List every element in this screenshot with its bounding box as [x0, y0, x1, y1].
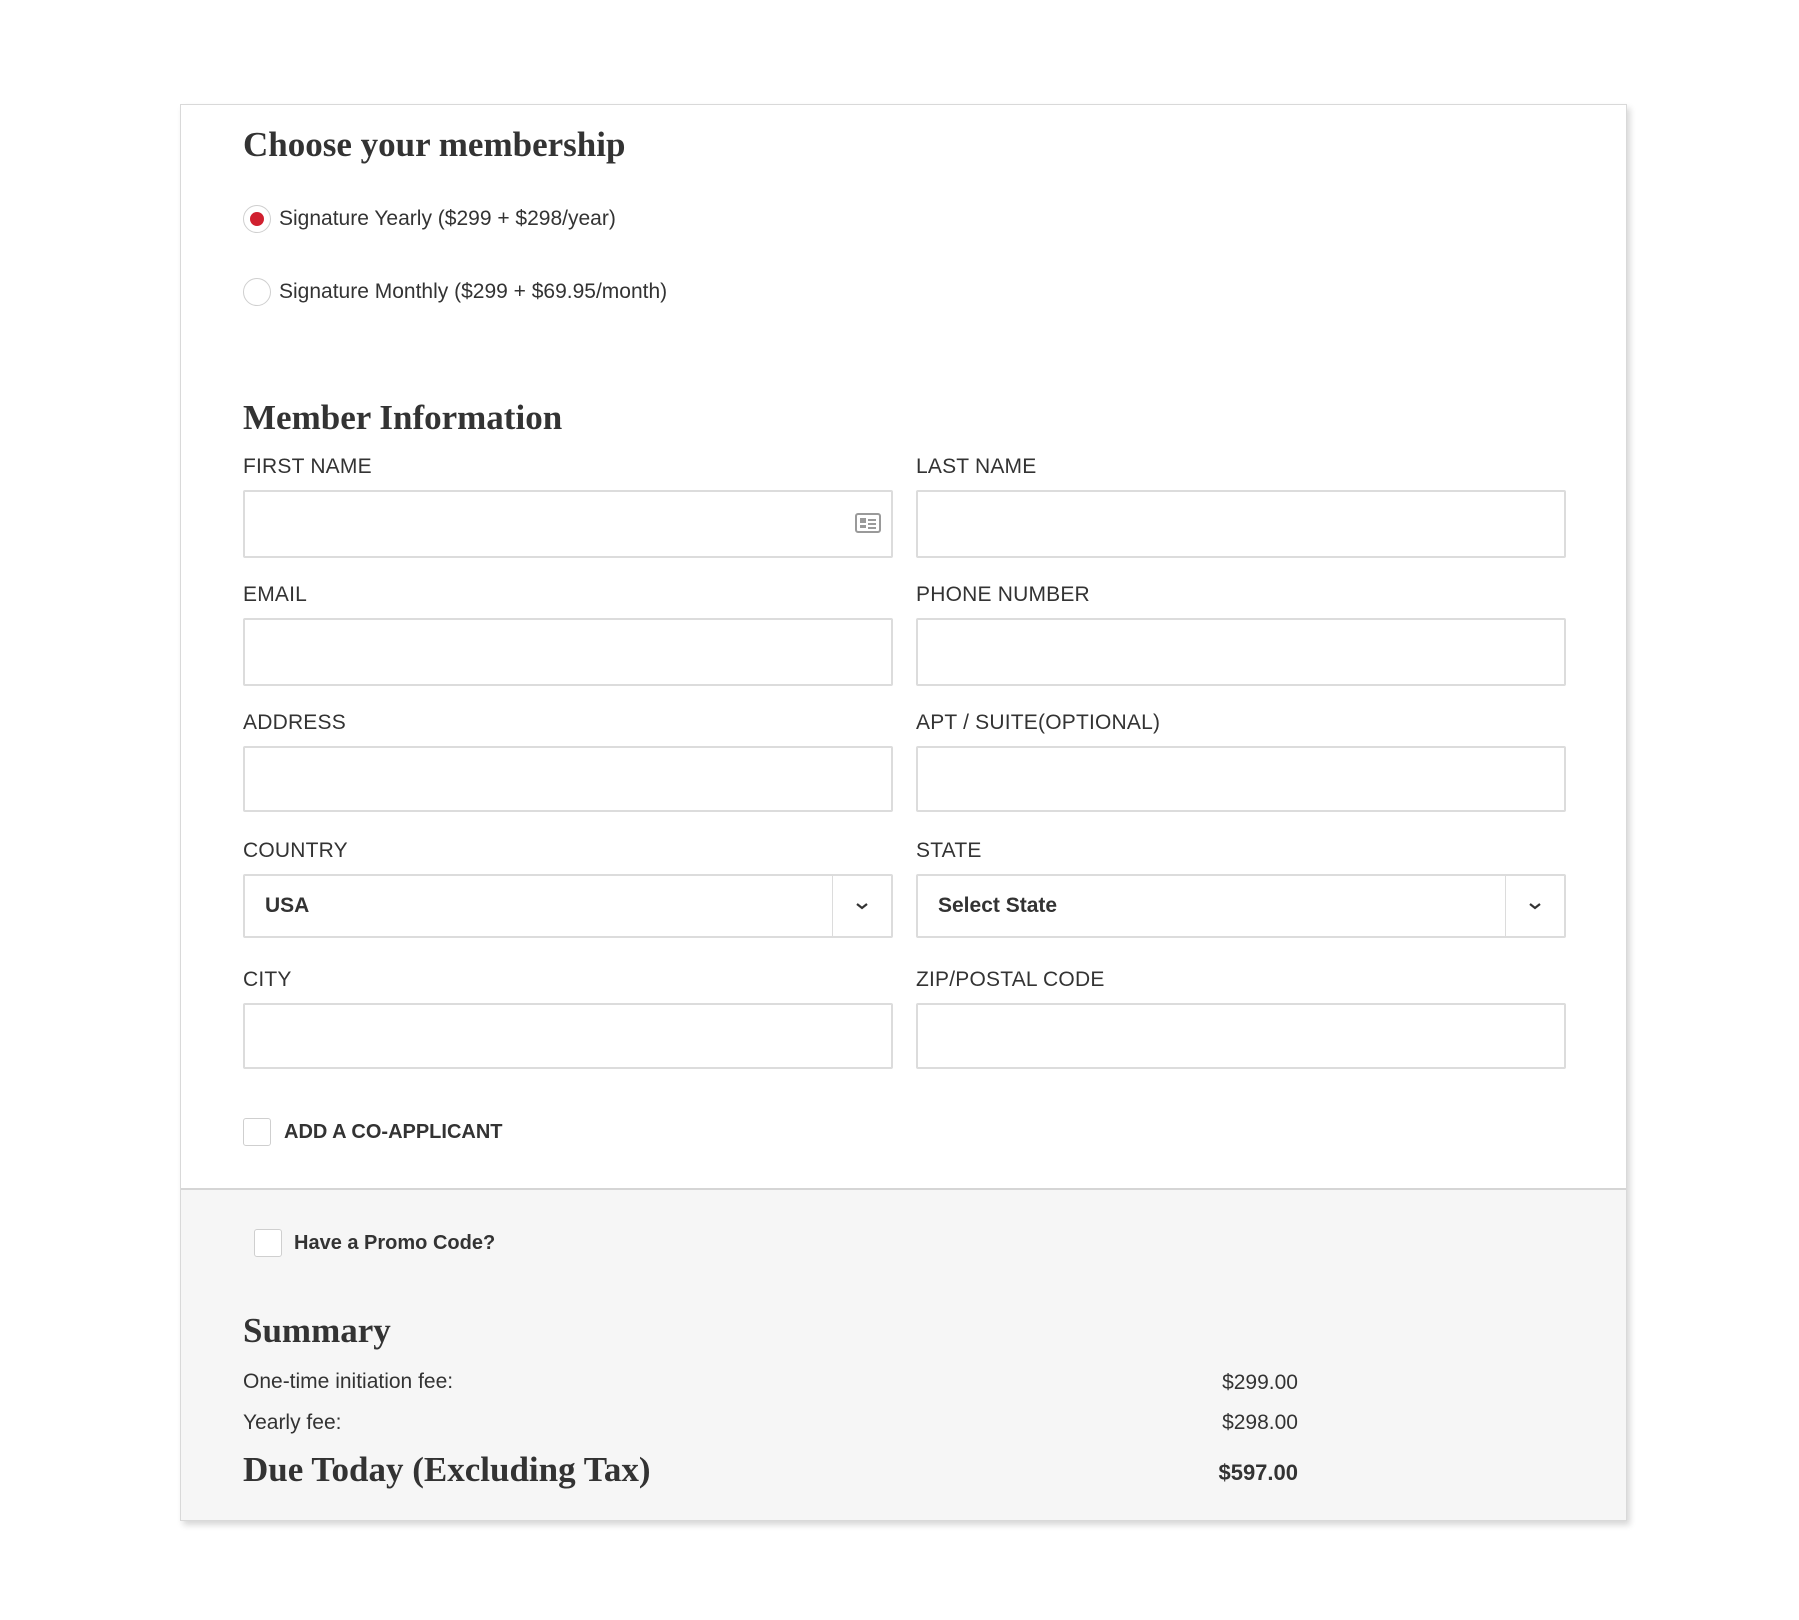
- co-applicant-checkbox[interactable]: [243, 1118, 271, 1146]
- radio-yearly[interactable]: [243, 205, 271, 233]
- summary-section: Have a Promo Code? Summary One-time init…: [181, 1188, 1626, 1520]
- due-today-amount: $597.00: [1218, 1460, 1298, 1485]
- first-name-label: FIRST NAME: [243, 455, 372, 478]
- initiation-fee-amount: $299.00: [1222, 1371, 1298, 1394]
- country-selected-value: USA: [265, 894, 310, 917]
- promo-code-checkbox[interactable]: [254, 1229, 282, 1257]
- contact-card-icon[interactable]: [855, 512, 881, 534]
- phone-input[interactable]: [916, 618, 1566, 686]
- state-label: STATE: [916, 839, 982, 862]
- first-name-wrapper: [243, 490, 893, 558]
- radio-monthly[interactable]: [243, 278, 271, 306]
- country-label: COUNTRY: [243, 839, 348, 862]
- promo-code-label: Have a Promo Code?: [294, 1231, 496, 1254]
- city-input[interactable]: [243, 1003, 893, 1069]
- zip-input[interactable]: [916, 1003, 1566, 1069]
- membership-option-label: Signature Yearly ($299 + $298/year): [279, 207, 616, 230]
- membership-option-yearly[interactable]: Signature Yearly ($299 + $298/year): [243, 205, 616, 233]
- promo-code-option[interactable]: Have a Promo Code?: [254, 1229, 495, 1257]
- apt-suite-input[interactable]: [916, 746, 1566, 812]
- radio-selected-dot: [250, 212, 264, 226]
- yearly-fee-label: Yearly fee:: [243, 1411, 342, 1434]
- first-name-input[interactable]: [243, 490, 893, 558]
- country-dropdown-toggle[interactable]: [832, 876, 891, 936]
- membership-heading: Choose your membership: [243, 125, 626, 164]
- phone-label: PHONE NUMBER: [916, 583, 1090, 606]
- member-info-heading: Member Information: [243, 398, 563, 437]
- last-name-input[interactable]: [916, 490, 1566, 558]
- membership-form-card: Choose your membership Signature Yearly …: [180, 104, 1627, 1521]
- city-label: CITY: [243, 968, 292, 991]
- last-name-label: LAST NAME: [916, 455, 1037, 478]
- membership-option-monthly[interactable]: Signature Monthly ($299 + $69.95/month): [243, 278, 667, 306]
- co-applicant-label: ADD A CO-APPLICANT: [284, 1120, 503, 1143]
- address-input[interactable]: [243, 746, 893, 812]
- address-label: ADDRESS: [243, 711, 346, 734]
- state-dropdown-toggle[interactable]: [1505, 876, 1564, 936]
- due-today-label: Due Today (Excluding Tax): [243, 1450, 651, 1489]
- state-selected-value: Select State: [938, 894, 1058, 917]
- chevron-down-icon: [856, 903, 868, 910]
- apt-suite-label: APT / SUITE(OPTIONAL): [916, 711, 1161, 734]
- state-select[interactable]: Select State: [916, 874, 1566, 938]
- chevron-down-icon: [1529, 903, 1541, 910]
- email-input[interactable]: [243, 618, 893, 686]
- membership-option-label: Signature Monthly ($299 + $69.95/month): [279, 280, 668, 303]
- co-applicant-option[interactable]: ADD A CO-APPLICANT: [243, 1118, 503, 1146]
- email-label: EMAIL: [243, 583, 308, 606]
- initiation-fee-label: One-time initiation fee:: [243, 1370, 454, 1393]
- country-select[interactable]: USA: [243, 874, 893, 938]
- zip-label: ZIP/POSTAL CODE: [916, 968, 1105, 991]
- yearly-fee-amount: $298.00: [1222, 1411, 1298, 1434]
- summary-heading: Summary: [243, 1311, 391, 1350]
- radio-unselected-dot: [250, 285, 264, 299]
